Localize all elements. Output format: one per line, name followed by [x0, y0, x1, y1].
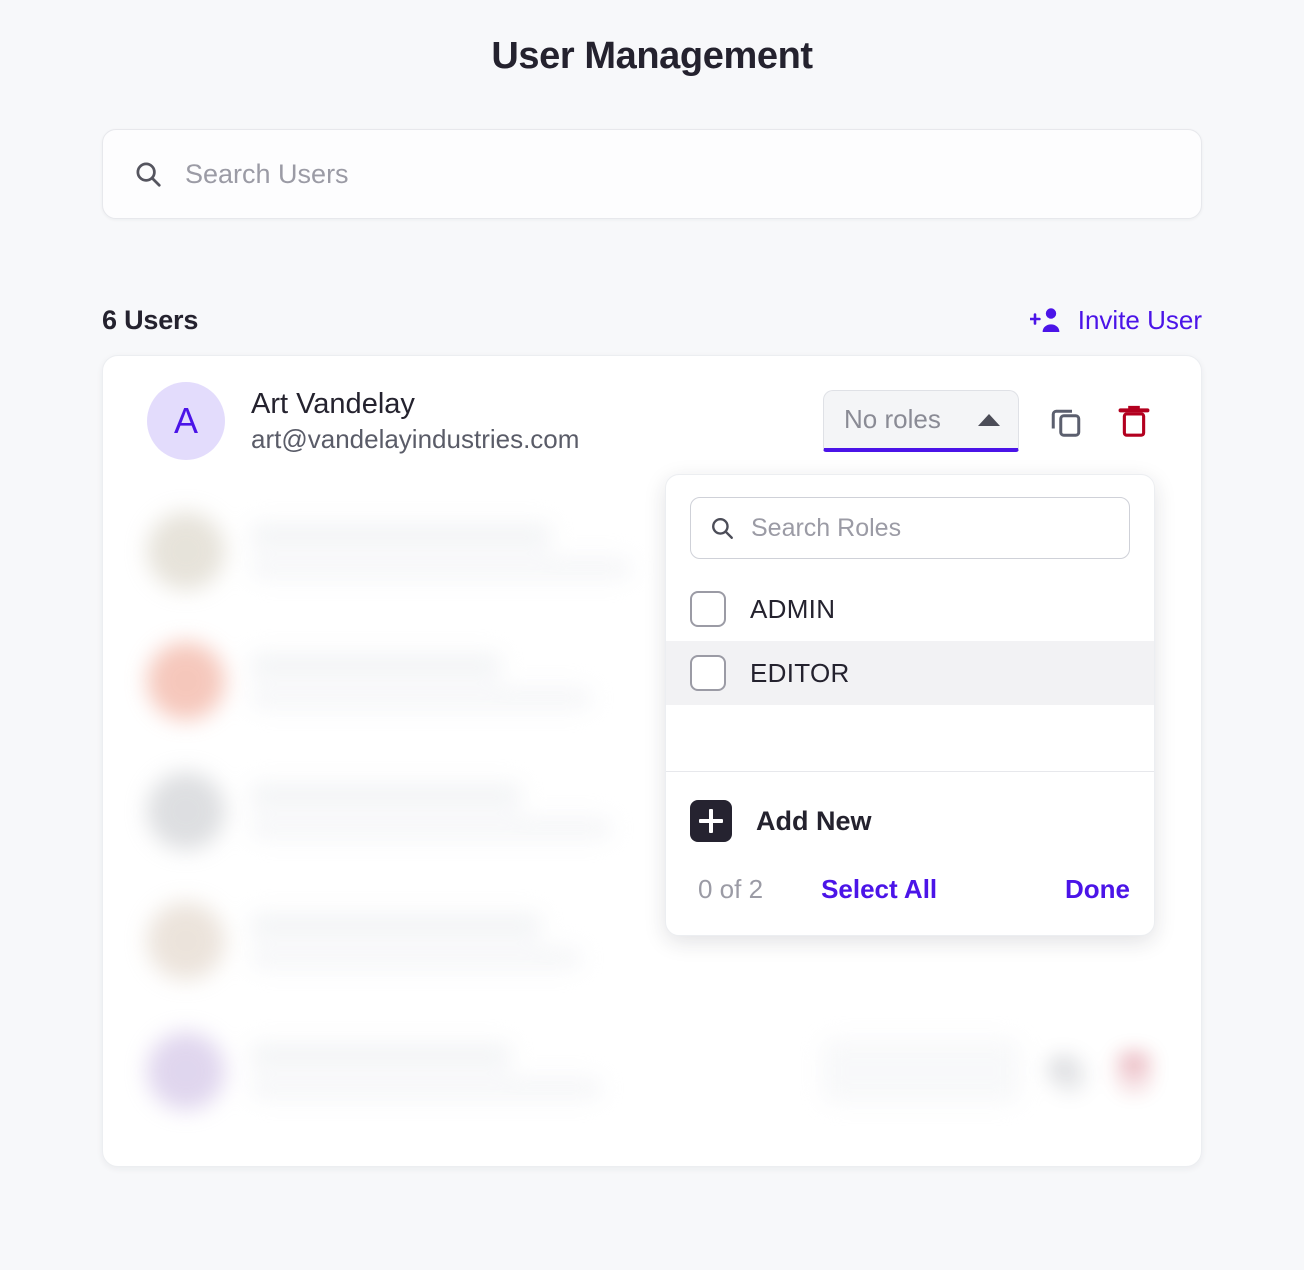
user-name [251, 1043, 511, 1069]
role-checkbox[interactable] [690, 655, 726, 691]
avatar: A [147, 382, 225, 460]
page-title: User Management [491, 35, 813, 77]
role-option-admin[interactable]: ADMIN [666, 577, 1154, 641]
roles-footer: 0 of 2 Select All Done [666, 852, 1154, 935]
user-info [251, 1043, 823, 1099]
avatar-initial: A [173, 400, 198, 441]
user-name [251, 523, 551, 549]
row-actions: No roles [823, 390, 1155, 452]
search-icon [709, 515, 735, 541]
avatar [147, 772, 225, 850]
search-users-field[interactable] [102, 129, 1202, 219]
delete-user-button[interactable] [1113, 1050, 1155, 1092]
copy-icon [1048, 403, 1084, 439]
copy-user-button[interactable] [1045, 400, 1087, 442]
user-email: art@vandelayindustries.com [251, 424, 580, 454]
role-checkbox[interactable] [690, 591, 726, 627]
row-actions [823, 1040, 1155, 1102]
avatar [147, 642, 225, 720]
roles-search-field[interactable] [690, 497, 1130, 559]
caret-up-icon [978, 413, 1000, 426]
role-select-value: No roles [844, 404, 941, 434]
roles-list-spacer [666, 705, 1154, 771]
user-info: Art Vandelay art@vandelayindustries.com [251, 386, 823, 456]
invite-user-label: Invite User [1077, 304, 1202, 335]
trash-icon [1117, 402, 1151, 440]
avatar [147, 512, 225, 590]
select-all-button[interactable]: Select All [821, 874, 937, 905]
copy-icon [1048, 1053, 1084, 1089]
role-option-label: ADMIN [750, 593, 836, 624]
add-new-label: Add New [756, 805, 872, 836]
delete-user-button[interactable] [1113, 400, 1155, 442]
user-email [251, 1077, 601, 1099]
plus-square-icon [690, 800, 732, 842]
avatar [147, 1032, 225, 1110]
role-option-label: EDITOR [750, 657, 850, 688]
invite-user-button[interactable]: Invite User [1029, 304, 1202, 336]
trash-icon [1117, 1052, 1151, 1090]
person-add-icon [1029, 305, 1064, 335]
user-name [251, 653, 501, 679]
user-name [251, 783, 521, 809]
roles-dropdown-panel: ADMIN EDITOR Add New 0 of 2 Select All D… [665, 474, 1155, 936]
table-row[interactable]: A Art Vandelay art@vandelayindustries.co… [103, 356, 1201, 486]
user-email [251, 687, 591, 709]
user-email [251, 947, 581, 969]
user-list-header: 6 Users Invite User [102, 297, 1202, 343]
user-name [251, 913, 541, 939]
role-select[interactable]: No roles [823, 390, 1019, 452]
user-email [251, 817, 611, 839]
copy-user-button[interactable] [1045, 1050, 1087, 1092]
role-select[interactable] [823, 1040, 1019, 1102]
user-name: Art Vandelay [251, 388, 415, 420]
user-count-label: 6 Users [102, 304, 199, 335]
avatar [147, 902, 225, 980]
table-row[interactable] [103, 1006, 1201, 1136]
search-input[interactable] [185, 158, 1171, 190]
selection-count: 0 of 2 [698, 874, 764, 904]
add-new-role-button[interactable]: Add New [666, 772, 1154, 852]
role-option-editor[interactable]: EDITOR [666, 641, 1154, 705]
roles-search-input[interactable] [751, 513, 1111, 543]
user-email [251, 557, 631, 579]
search-icon [133, 159, 163, 189]
done-button[interactable]: Done [1065, 874, 1130, 905]
